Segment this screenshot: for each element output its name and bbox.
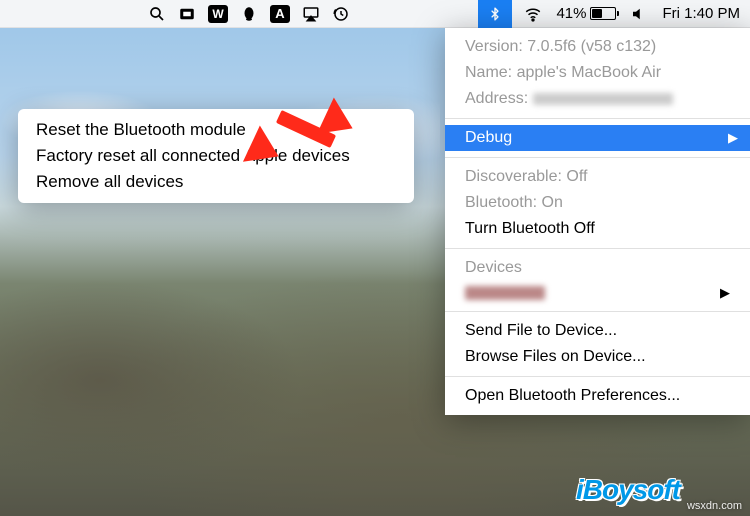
battery-icon xyxy=(590,7,616,20)
wps-icon[interactable]: W xyxy=(208,5,228,23)
battery-percent: 41% xyxy=(556,5,586,22)
bt-version-label: Version: xyxy=(465,38,523,55)
qq-icon[interactable] xyxy=(240,5,258,23)
bt-name-row: Name: apple's MacBook Air xyxy=(445,60,750,86)
remove-all-devices[interactable]: Remove all devices xyxy=(18,169,414,195)
debug-label: Debug xyxy=(465,129,512,147)
wifi-icon[interactable] xyxy=(524,5,542,23)
discoverable-row: Discoverable: Off xyxy=(445,164,750,190)
bluetooth-status-row: Bluetooth: On xyxy=(445,190,750,216)
bluetooth-menu-icon[interactable] xyxy=(478,0,512,28)
bt-address-label: Address: xyxy=(465,90,528,107)
open-bluetooth-preferences[interactable]: Open Bluetooth Preferences... xyxy=(445,383,750,409)
debug-menu-item[interactable]: Debug ▶ xyxy=(445,125,750,151)
menubar-right: 41% Fri 1:40 PM xyxy=(480,0,742,28)
bt-version-value: 7.0.5f6 (v58 c132) xyxy=(527,38,656,55)
watermark-brand: iBoysoft xyxy=(576,474,680,506)
bt-version-row: Version: 7.0.5f6 (v58 c132) xyxy=(445,34,750,60)
watermark-site: wsxdn.com xyxy=(687,500,742,512)
send-file-to-device[interactable]: Send File to Device... xyxy=(445,318,750,344)
annotation-arrow xyxy=(268,102,348,152)
separator xyxy=(445,248,750,249)
battery-status[interactable]: 41% xyxy=(556,5,616,22)
bluetooth-dropdown: Version: 7.0.5f6 (v58 c132) Name: apple'… xyxy=(445,28,750,415)
browse-files-on-device[interactable]: Browse Files on Device... xyxy=(445,344,750,370)
airplay-icon[interactable] xyxy=(302,5,320,23)
bt-name-value: apple's MacBook Air xyxy=(517,64,661,81)
menubar: W A 41% Fri 1:40 PM xyxy=(0,0,750,28)
device-chevron-icon: ▶ xyxy=(720,285,730,301)
separator xyxy=(445,376,750,377)
menubar-left-icons: W A xyxy=(148,5,350,23)
separator xyxy=(445,311,750,312)
screenshot-icon[interactable] xyxy=(178,5,196,23)
separator xyxy=(445,157,750,158)
devices-header: Devices xyxy=(445,255,750,281)
volume-icon[interactable] xyxy=(630,5,648,23)
bt-address-row: Address: xyxy=(445,86,750,112)
app-a-icon[interactable]: A xyxy=(270,5,290,23)
separator xyxy=(445,118,750,119)
timemachine-icon[interactable] xyxy=(332,5,350,23)
device-row[interactable]: ▶ xyxy=(445,281,750,305)
device-name-redacted xyxy=(465,286,545,300)
bt-address-redacted xyxy=(533,93,673,105)
turn-bluetooth-off[interactable]: Turn Bluetooth Off xyxy=(445,216,750,242)
bt-name-label: Name: xyxy=(465,64,512,81)
submenu-chevron-icon: ▶ xyxy=(728,130,738,146)
factory-reset-devices[interactable]: Factory reset all connected Apple device… xyxy=(18,143,414,169)
menubar-clock[interactable]: Fri 1:40 PM xyxy=(662,5,740,22)
spotlight-icon[interactable] xyxy=(148,5,166,23)
